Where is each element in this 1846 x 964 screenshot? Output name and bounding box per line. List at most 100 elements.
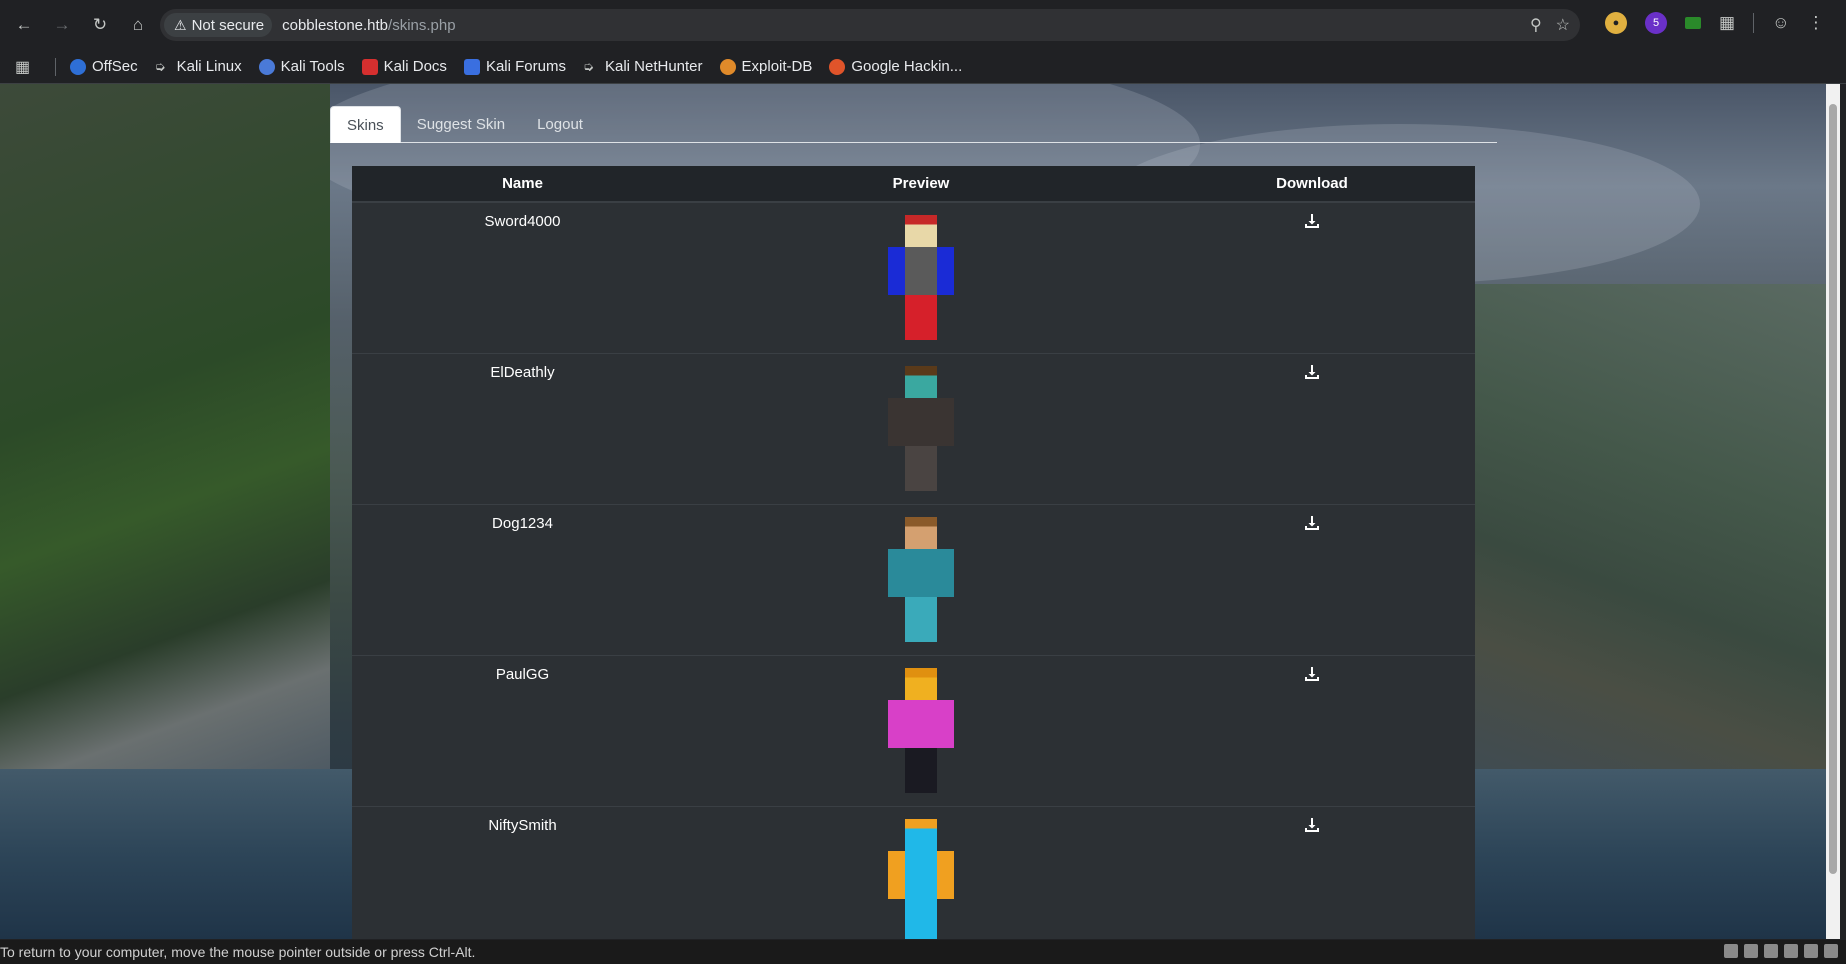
skin-preview-image	[888, 517, 954, 642]
home-icon[interactable]: ⌂	[124, 11, 152, 39]
bookmark-exploit-db[interactable]: Exploit-DB	[719, 58, 813, 75]
skin-arm-right	[937, 549, 954, 597]
bookmark-kali-nethunter[interactable]: ➭ Kali NetHunter	[583, 58, 703, 75]
bookmark-label: Kali Linux	[176, 58, 242, 75]
toolbar-divider	[1753, 13, 1755, 33]
tab-suggest-skin[interactable]: Suggest Skin	[401, 106, 521, 143]
skin-head	[905, 819, 937, 851]
skin-head	[905, 517, 937, 549]
skin-arm-left	[888, 247, 905, 295]
scroll-thumb[interactable]	[1829, 104, 1837, 874]
download-icon[interactable]	[1304, 213, 1320, 229]
skin-preview-cell	[693, 203, 1149, 353]
bookmark-label: Kali NetHunter	[604, 58, 703, 75]
download-cell	[1149, 656, 1475, 806]
bookmark-label: Kali Forums	[485, 58, 566, 75]
download-cell	[1149, 807, 1475, 939]
vm-network-icon	[1784, 944, 1798, 958]
browser-toolbar: ← → ↻ ⌂ ⚠ Not secure cobblestone.htb/ski…	[0, 0, 1846, 50]
bookmark-label: Google Hackin...	[851, 58, 963, 75]
vm-display-icon	[1804, 944, 1818, 958]
download-icon[interactable]	[1304, 515, 1320, 531]
background-scenery	[0, 84, 330, 844]
forward-icon[interactable]: →	[48, 11, 76, 39]
table-row: ElDeathly	[352, 354, 1475, 505]
tab-skins[interactable]: Skins	[330, 106, 401, 143]
bookmark-offsec[interactable]: OffSec	[70, 58, 138, 75]
skin-body	[905, 398, 937, 446]
apps-grid-icon[interactable]: ▦	[15, 57, 37, 77]
bookmark-kali-tools[interactable]: Kali Tools	[258, 58, 345, 75]
extension-cookie-icon[interactable]: ●	[1605, 12, 1627, 34]
bookmark-kali-linux[interactable]: ➭ Kali Linux	[155, 58, 242, 75]
bookmarks-bar: ▦ OffSec ➭ Kali Linux Kali Tools Kali Doc…	[0, 50, 1846, 84]
download-icon[interactable]	[1304, 817, 1320, 833]
skin-name: Dog1234	[492, 515, 553, 532]
skin-name: ElDeathly	[490, 364, 555, 381]
skin-preview-image	[888, 668, 954, 793]
vm-mouse-icon	[1824, 944, 1838, 958]
skin-arm-right	[937, 851, 954, 899]
page-scrollbar[interactable]	[1826, 84, 1840, 939]
bookmark-label: Kali Docs	[383, 58, 447, 75]
skin-arm-left	[888, 851, 905, 899]
url-host: cobblestone.htb	[282, 16, 389, 34]
download-icon[interactable]	[1304, 364, 1320, 380]
bookmark-kali-forums[interactable]: Kali Forums	[463, 58, 566, 75]
vm-disk-icon	[1724, 944, 1738, 958]
table-row: NiftySmith	[352, 807, 1475, 939]
skin-preview-image	[888, 215, 954, 340]
url-text[interactable]: cobblestone.htb/skins.php	[282, 17, 455, 34]
reload-icon[interactable]: ↻	[86, 11, 114, 39]
download-cell	[1149, 354, 1475, 504]
table-row: Sword4000	[352, 203, 1475, 354]
bookmark-label: Exploit-DB	[741, 58, 813, 75]
tab-logout[interactable]: Logout	[521, 106, 599, 143]
skin-legs	[905, 446, 937, 491]
skin-arm-right	[937, 700, 954, 748]
skin-legs	[905, 597, 937, 642]
profile-icon[interactable]: ☺	[1772, 13, 1789, 33]
skin-head	[905, 668, 937, 700]
exploit-db-icon	[719, 58, 736, 75]
extension-flag-icon[interactable]	[1685, 17, 1701, 29]
page-viewport: Skins Suggest Skin Logout Name Preview D…	[0, 84, 1826, 939]
bookmark-google-hacking[interactable]: Google Hackin...	[829, 58, 962, 75]
address-bar[interactable]: ⚠ Not secure cobblestone.htb/skins.php ⚲…	[160, 9, 1580, 41]
url-path: /skins.php	[388, 16, 456, 34]
download-icon[interactable]	[1304, 666, 1320, 682]
skin-preview-cell	[693, 807, 1149, 939]
bookmark-kali-docs[interactable]: Kali Docs	[361, 58, 447, 75]
skin-arm-right	[937, 247, 954, 295]
skin-preview-image	[888, 366, 954, 491]
google-hacking-icon	[829, 58, 846, 75]
skin-legs	[905, 748, 937, 793]
skin-legs	[905, 295, 937, 340]
table-row: Dog1234	[352, 505, 1475, 656]
offsec-icon	[70, 58, 86, 75]
bookmarks-divider	[55, 57, 56, 76]
extension-badge-icon[interactable]: 5	[1645, 12, 1667, 34]
download-cell	[1149, 505, 1475, 655]
bookmark-star-icon[interactable]: ☆	[1556, 15, 1570, 35]
vm-cd-icon	[1744, 944, 1758, 958]
kali-dragon-icon: ➭	[154, 58, 166, 74]
skin-preview-cell	[693, 656, 1149, 806]
extensions-puzzle-icon[interactable]: ▦	[1719, 13, 1735, 33]
vm-usb-icon	[1764, 944, 1778, 958]
security-indicator[interactable]: ⚠ Not secure	[164, 13, 273, 37]
table-body: Sword4000 ElDeathly Dog1234 PaulGG NiftySmit…	[352, 203, 1475, 939]
back-icon[interactable]: ←	[10, 11, 38, 39]
download-cell	[1149, 203, 1475, 353]
skins-table: Name Preview Download Sword4000 ElDeathly…	[352, 166, 1475, 939]
skin-preview-image	[888, 819, 954, 939]
skin-arm-left	[888, 398, 905, 446]
skin-arm-left	[888, 549, 905, 597]
table-row: PaulGG	[352, 656, 1475, 807]
zoom-icon[interactable]: ⚲	[1530, 15, 1542, 35]
header-preview: Preview	[892, 175, 950, 192]
skin-arm-right	[937, 398, 954, 446]
menu-icon[interactable]: ⋮	[1807, 13, 1824, 33]
skin-legs	[905, 899, 937, 939]
kali-dragon-icon: ➭	[582, 58, 594, 74]
